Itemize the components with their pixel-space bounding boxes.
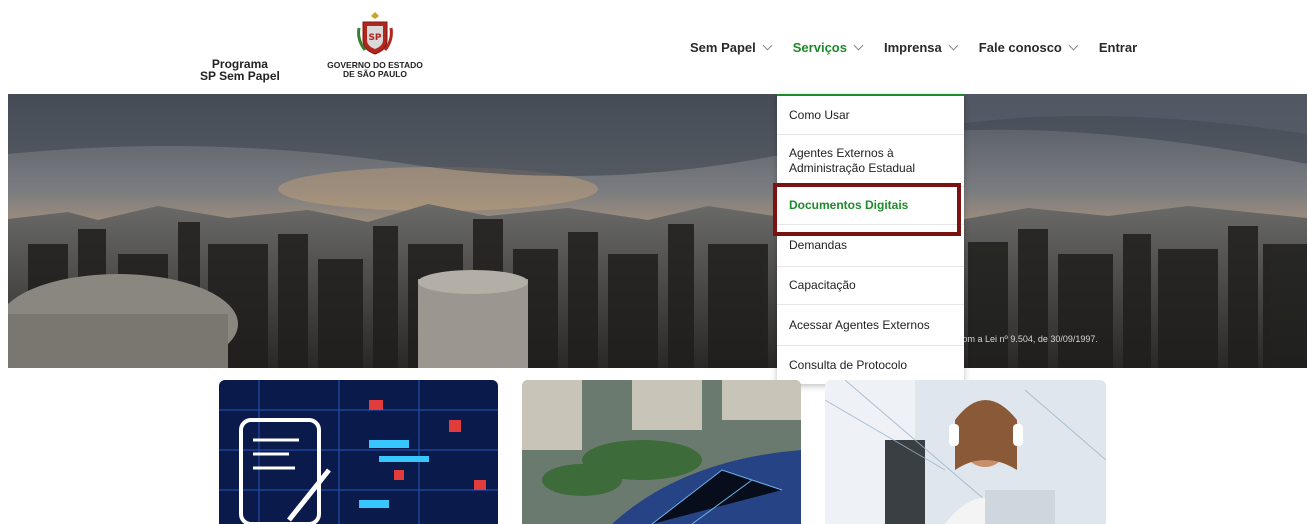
chevron-down-icon <box>948 40 959 50</box>
menu-item-capacitacao[interactable]: Capacitação <box>777 267 964 305</box>
nav-entrar[interactable]: Entrar <box>1099 40 1137 55</box>
site-header: Programa SP Sem Papel SP GOVERNO DO ESTA… <box>0 0 1309 94</box>
program-line-2: SP Sem Papel <box>200 69 280 83</box>
nav-imprensa[interactable]: Imprensa <box>884 40 959 55</box>
program-logo[interactable]: Programa SP Sem Papel <box>200 58 280 82</box>
card-city-handshake[interactable] <box>522 380 801 524</box>
svg-text:SP: SP <box>368 33 381 43</box>
sp-coat-of-arms-icon: SP <box>357 12 393 55</box>
chevron-down-icon <box>1068 40 1079 50</box>
nav-sem-papel[interactable]: Sem Papel <box>690 40 773 55</box>
chevron-down-icon <box>762 40 773 50</box>
menu-item-agentes-externos[interactable]: Agentes Externos à Administração Estadua… <box>777 135 964 187</box>
card-digital-document[interactable] <box>219 380 498 524</box>
card-woman-headset[interactable] <box>825 380 1106 524</box>
gov-line-2: DE SÃO PAULO <box>342 69 408 79</box>
nav-fale-conosco[interactable]: Fale conosco <box>979 40 1079 55</box>
digital-document-image <box>219 380 498 524</box>
servicos-dropdown-menu: Como Usar Agentes Externos à Administraç… <box>777 94 964 384</box>
city-skyline-image <box>8 94 1307 368</box>
chevron-down-icon <box>853 40 864 50</box>
hero-banner <box>8 94 1307 368</box>
menu-item-acessar-agentes-externos[interactable]: Acessar Agentes Externos <box>777 305 964 346</box>
menu-item-consulta-protocolo[interactable]: Consulta de Protocolo <box>777 346 964 384</box>
menu-item-como-usar[interactable]: Como Usar <box>777 96 964 135</box>
nav-servicos[interactable]: Serviços <box>793 40 864 55</box>
hero-caption: com a Lei nº 9.504, de 30/09/1997. <box>958 334 1098 344</box>
government-logo[interactable]: SP GOVERNO DO ESTADO DE SÃO PAULO <box>320 10 430 79</box>
woman-headset-image <box>825 380 1106 524</box>
menu-item-demandas[interactable]: Demandas <box>777 225 964 267</box>
main-nav: Sem Papel Serviços Imprensa Fale conosco… <box>690 36 1159 58</box>
menu-item-documentos-digitais[interactable]: Documentos Digitais <box>777 187 964 225</box>
city-handshake-image <box>522 380 801 524</box>
